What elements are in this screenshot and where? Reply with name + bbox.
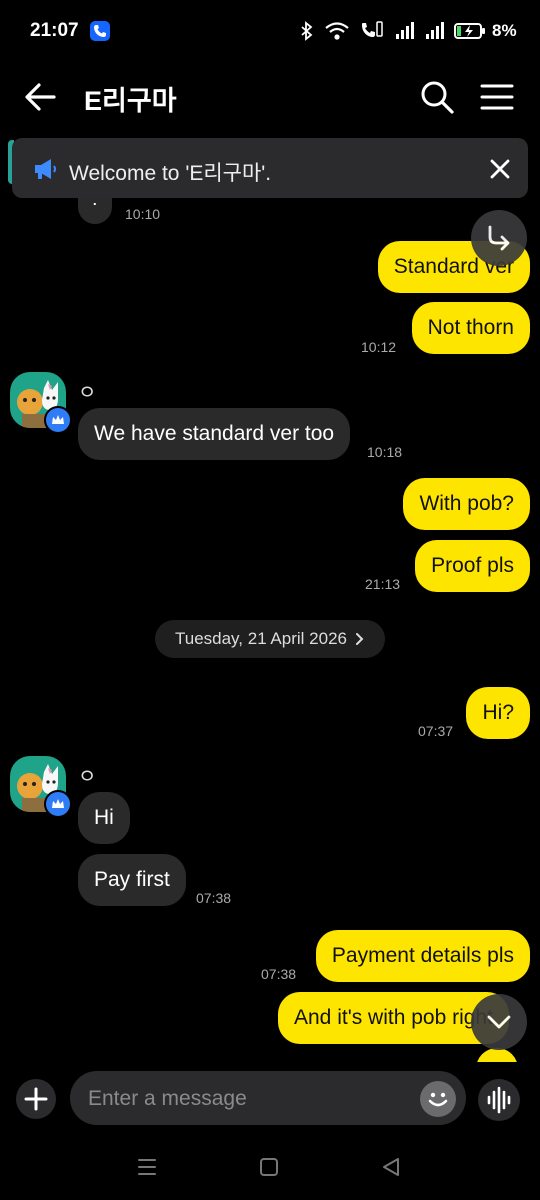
emoticon-button[interactable] (420, 1081, 456, 1117)
plus-icon (24, 1087, 48, 1111)
chevron-down-icon (487, 1015, 511, 1029)
scroll-to-bottom-button[interactable] (471, 994, 527, 1050)
recents-button[interactable] (136, 1156, 158, 1178)
message-input[interactable] (86, 1079, 410, 1119)
message-clip: And it's with pob right (0, 0, 530, 1062)
attach-button[interactable] (16, 1079, 56, 1119)
share-button[interactable] (471, 210, 527, 266)
voice-button[interactable] (478, 1079, 520, 1121)
message-bubble-mine-partial[interactable] (476, 1048, 518, 1062)
triangle-back-icon (383, 1158, 399, 1176)
home-square-icon (260, 1158, 278, 1176)
home-button[interactable] (259, 1157, 279, 1177)
system-back-button[interactable] (380, 1156, 402, 1178)
reply-arrow-icon (488, 225, 510, 251)
smiley-icon (428, 1092, 448, 1107)
sound-wave-icon (487, 1086, 511, 1114)
recents-icon (138, 1159, 156, 1175)
